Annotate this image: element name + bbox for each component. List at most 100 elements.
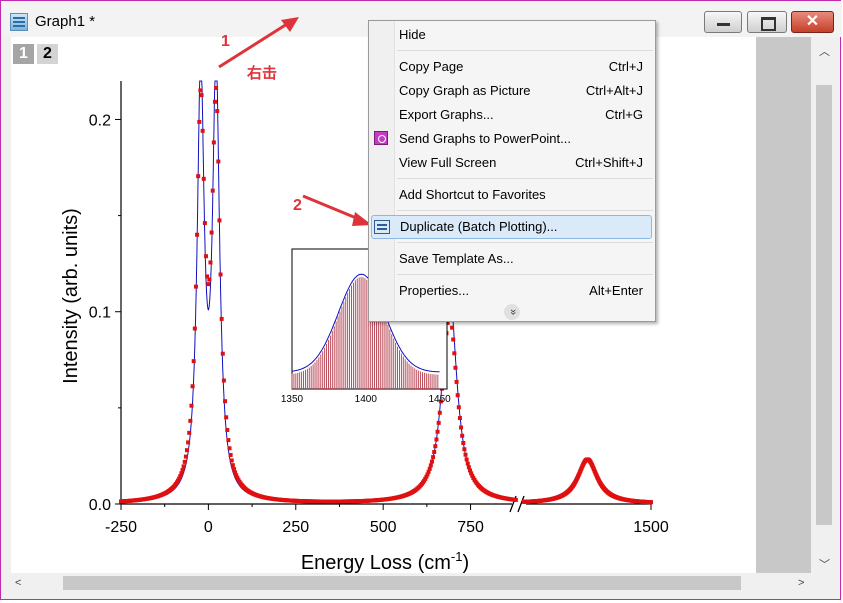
batch-plot-icon (374, 220, 390, 234)
menu-item-properties[interactable]: Properties... Alt+Enter (395, 280, 653, 302)
y-tick-label: 0.2 (89, 112, 111, 129)
y-tick-label: 0.0 (89, 497, 111, 514)
data-point (182, 459, 187, 464)
menu-item-send-to-powerpoint[interactable]: Send Graphs to PowerPoint... (395, 128, 653, 150)
data-point (216, 159, 221, 164)
data-point (456, 405, 461, 410)
x-tick-label: -250 (105, 519, 137, 536)
data-point (225, 427, 230, 432)
data-point (224, 415, 229, 420)
data-point (457, 416, 462, 421)
data-point (454, 379, 459, 384)
x-tick-label: 250 (282, 519, 309, 536)
data-point (462, 447, 467, 452)
annotation-step-1: 1 (221, 33, 230, 50)
menu-item-copy-graph-as-picture[interactable]: Copy Graph as Picture Ctrl+Alt+J (395, 80, 653, 102)
data-point (215, 109, 220, 114)
data-point (214, 85, 219, 90)
data-point (451, 337, 456, 342)
annotation-step-2: 2 (293, 197, 302, 214)
data-point (465, 461, 470, 466)
data-point (461, 440, 466, 445)
menu-item-save-template-as[interactable]: Save Template As... (395, 248, 653, 270)
data-point (189, 403, 194, 408)
data-point (196, 174, 201, 179)
data-point (453, 365, 458, 370)
data-point (202, 221, 207, 226)
menu-separator (397, 178, 653, 179)
data-point (437, 410, 442, 415)
data-point (198, 88, 203, 93)
data-point (436, 420, 441, 425)
data-point (206, 282, 211, 287)
data-point (195, 232, 200, 237)
menu-item-copy-page[interactable]: Copy Page Ctrl+J (395, 56, 653, 78)
menu-separator (397, 242, 653, 243)
data-point (452, 351, 457, 356)
data-point (459, 425, 464, 430)
x-tick-label: 0 (204, 519, 213, 536)
data-point (450, 325, 455, 330)
data-point (204, 254, 209, 259)
menu-separator (397, 210, 653, 211)
data-point (200, 128, 205, 133)
y-axis-label: Intensity (arb. units) (60, 208, 82, 384)
powerpoint-icon (374, 131, 388, 145)
menu-separator (397, 274, 653, 275)
data-point (513, 497, 518, 502)
menu-item-duplicate-batch-plotting[interactable]: Duplicate (Batch Plotting)... (371, 215, 652, 239)
data-point (432, 450, 437, 455)
data-point (210, 188, 215, 193)
data-point (223, 399, 228, 404)
data-point (192, 326, 197, 331)
data-point (227, 446, 232, 451)
menu-item-hide[interactable]: Hide (395, 24, 653, 46)
data-point (230, 463, 235, 468)
data-point (211, 140, 216, 145)
inset-x-tick-label: 1450 (428, 394, 451, 405)
data-point (212, 99, 217, 104)
data-point (193, 284, 198, 289)
data-point (218, 272, 223, 277)
data-point (431, 455, 436, 460)
menu-item-view-full-screen[interactable]: View Full Screen Ctrl+Shift+J (395, 152, 653, 174)
data-point (427, 466, 432, 471)
annotation-arrow-2 (302, 194, 362, 222)
data-point (184, 448, 189, 453)
data-point (464, 457, 469, 462)
data-point (228, 452, 233, 457)
data-point (180, 468, 185, 473)
annotation-right-click: 右击 (247, 65, 278, 82)
data-point (197, 119, 202, 124)
data-point (460, 433, 465, 438)
data-point (209, 230, 214, 235)
data-point (188, 418, 193, 423)
expand-menu-icon[interactable]: » (504, 304, 520, 320)
data-point (186, 440, 191, 445)
data-point (455, 393, 460, 398)
data-point (428, 463, 433, 468)
y-tick-label: 0.1 (89, 305, 111, 322)
data-point (219, 316, 224, 321)
graph-window: Graph1 * ✕ ︿ ﹀ < > 1 2 -250 0 250 500 750 150… (0, 0, 842, 600)
data-point (649, 500, 653, 505)
menu-item-add-shortcut-to-favorites[interactable]: Add Shortcut to Favorites (395, 184, 653, 206)
data-point (226, 438, 231, 443)
data-point (221, 378, 226, 383)
data-point (429, 459, 434, 464)
data-point (201, 176, 206, 181)
data-point (183, 454, 188, 459)
inset-x-tick-label: 1350 (281, 394, 304, 405)
data-point (217, 218, 222, 223)
data-point (199, 93, 204, 98)
data-point (187, 430, 192, 435)
x-axis-label: Energy Loss (cm-1) (301, 549, 469, 574)
menu-item-export-graphs[interactable]: Export Graphs... Ctrl+G (395, 104, 653, 126)
inset-x-tick-label: 1400 (355, 394, 378, 405)
menu-icon-gutter (369, 21, 395, 321)
data-point (463, 452, 468, 457)
data-point (220, 351, 225, 356)
data-point (181, 464, 186, 469)
x-tick-label: 500 (370, 519, 397, 536)
data-point (435, 429, 440, 434)
